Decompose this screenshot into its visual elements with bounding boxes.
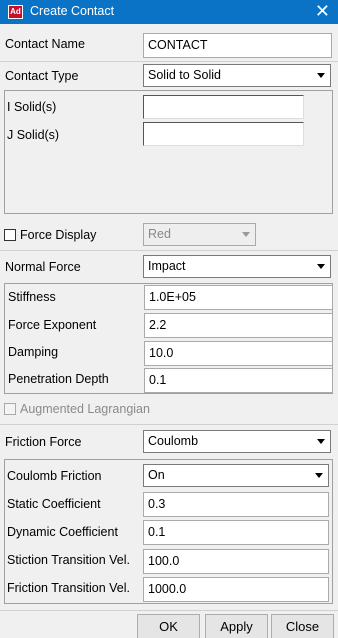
chevron-down-icon[interactable] (313, 67, 328, 84)
chevron-down-icon[interactable] (311, 467, 326, 484)
window-title: Create Contact (30, 4, 115, 18)
static-coefficient-label: Static Coefficient (7, 497, 101, 511)
ok-button[interactable]: OK (137, 614, 200, 638)
coulomb-friction-value: On (148, 468, 165, 482)
contact-type-label: Contact Type (5, 69, 79, 83)
divider (0, 61, 338, 62)
contact-name-label: Contact Name (5, 37, 85, 51)
augmented-lagrangian-checkbox[interactable] (4, 403, 16, 415)
force-display-color-select[interactable]: Red (143, 223, 256, 246)
force-display-checkbox[interactable] (4, 229, 16, 241)
normal-force-value: Impact (148, 259, 186, 273)
friction-group: Coulomb Friction On Static Coefficient 0… (4, 459, 333, 604)
friction-force-label: Friction Force (5, 435, 82, 449)
j-solid-label: J Solid(s) (7, 128, 60, 142)
close-button[interactable]: Close (271, 614, 334, 638)
normal-force-group: Stiffness 1.0E+05 Force Exponent 2.2 Dam… (4, 283, 333, 394)
divider (0, 250, 338, 251)
solids-group: I Solid(s) J Solid(s) (4, 90, 333, 214)
force-exponent-label: Force Exponent (8, 318, 97, 332)
normal-force-select[interactable]: Impact (143, 255, 331, 278)
divider (0, 610, 338, 611)
chevron-down-icon[interactable] (238, 226, 253, 243)
force-display-label: Force Display (20, 228, 97, 242)
contact-type-select[interactable]: Solid to Solid (143, 64, 331, 87)
force-display-color-value: Red (148, 227, 171, 241)
app-icon: Ad (8, 5, 23, 19)
stiffness-input[interactable]: 1.0E+05 (144, 285, 333, 310)
dynamic-coefficient-input[interactable]: 0.1 (143, 520, 329, 545)
coulomb-friction-select[interactable]: On (143, 464, 329, 487)
augmented-lagrangian-label: Augmented Lagrangian (20, 402, 150, 416)
dynamic-coefficient-label: Dynamic Coefficient (7, 525, 118, 539)
friction-force-select[interactable]: Coulomb (143, 430, 331, 453)
normal-force-label: Normal Force (5, 260, 81, 274)
friction-transition-vel-input[interactable]: 1000.0 (143, 577, 329, 602)
chevron-down-icon[interactable] (313, 258, 328, 275)
stiction-transition-vel-label: Stiction Transition Vel. (7, 553, 130, 567)
chevron-down-icon[interactable] (313, 433, 328, 450)
contact-type-value: Solid to Solid (148, 68, 221, 82)
static-coefficient-input[interactable]: 0.3 (143, 492, 329, 517)
force-exponent-input[interactable]: 2.2 (144, 313, 333, 338)
contact-name-input[interactable]: CONTACT (143, 33, 332, 58)
damping-input[interactable]: 10.0 (144, 341, 333, 366)
i-solid-input[interactable] (143, 95, 304, 119)
penetration-depth-label: Penetration Depth (8, 372, 109, 386)
friction-force-value: Coulomb (148, 434, 199, 448)
friction-transition-vel-label: Friction Transition Vel. (7, 581, 130, 595)
i-solid-label: I Solid(s) (7, 100, 57, 114)
close-icon[interactable]: ✕ (315, 1, 330, 21)
stiction-transition-vel-input[interactable]: 100.0 (143, 549, 329, 574)
divider (0, 424, 338, 425)
stiffness-label: Stiffness (8, 290, 56, 304)
coulomb-friction-label: Coulomb Friction (7, 469, 102, 483)
j-solid-input[interactable] (143, 122, 304, 146)
penetration-depth-input[interactable]: 0.1 (144, 368, 333, 393)
damping-label: Damping (8, 345, 59, 359)
title-bar: Ad Create Contact ✕ (0, 0, 338, 24)
apply-button[interactable]: Apply (205, 614, 268, 638)
